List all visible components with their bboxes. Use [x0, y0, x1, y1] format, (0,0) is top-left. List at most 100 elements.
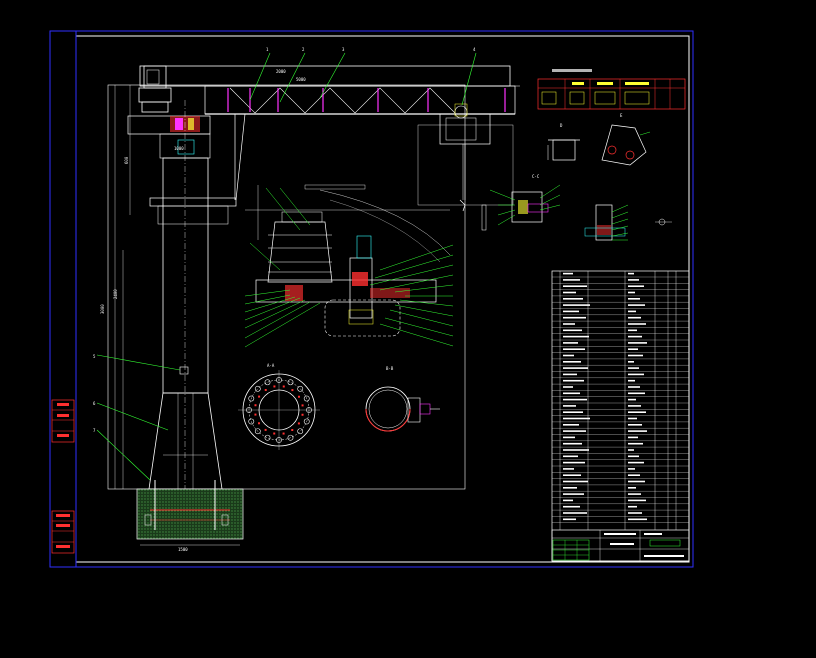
parts-row-text-mark [563, 518, 576, 521]
flange-section-a: A-A [238, 363, 320, 450]
parts-row-text-mark [563, 392, 580, 395]
flange-marker [264, 388, 267, 391]
parts-row-text-mark [563, 285, 587, 287]
svg-text:C-C: C-C [532, 174, 540, 179]
parts-row-text-mark [563, 279, 580, 281]
svg-text:2400: 2400 [113, 289, 118, 299]
parts-row-text-mark [628, 499, 646, 502]
parts-row-text-mark [628, 272, 634, 275]
parts-row-text-mark [628, 480, 645, 483]
parts-row-text-mark [563, 329, 582, 332]
parts-row-text-mark [563, 354, 574, 357]
svg-text:1500: 1500 [178, 547, 188, 552]
flange-marker [273, 432, 276, 435]
parts-row-text-mark [563, 411, 583, 413]
gear-detail-view [244, 184, 454, 348]
parts-row-text-mark [563, 442, 582, 445]
parts-row-text-mark [563, 310, 579, 313]
parts-row-text-mark [628, 442, 643, 445]
inner-frame [75, 35, 690, 563]
parts-row-text-mark [563, 474, 581, 476]
parts-row-text-mark [563, 424, 579, 426]
flange-marker [254, 404, 257, 407]
parts-row-text-mark [628, 405, 641, 407]
svg-text:4: 4 [473, 47, 476, 52]
parts-row-text-mark [563, 487, 577, 489]
parts-row-text-mark [563, 272, 573, 275]
section-b-label: B-B [386, 366, 394, 371]
parts-row-text-mark [563, 405, 576, 407]
svg-text:5: 5 [93, 354, 96, 359]
parts-row-text-mark [628, 367, 639, 369]
section-b-view: B-B [365, 366, 440, 432]
parts-list-table [551, 270, 690, 562]
parts-row-text-mark [628, 386, 640, 388]
flange-marker [282, 385, 285, 388]
parts-row-text-mark [563, 361, 581, 363]
parts-row-text-mark [628, 505, 637, 508]
parts-row-text-mark [628, 310, 636, 313]
svg-text:5000: 5000 [296, 77, 306, 82]
parts-row-text-mark [628, 468, 635, 470]
parts-row-text-mark [563, 386, 573, 388]
column-base-cone [148, 392, 223, 490]
parts-row-text-mark [563, 291, 576, 294]
svg-text:2000: 2000 [276, 69, 286, 74]
parts-row-text-mark [563, 493, 584, 495]
parts-row-text-mark [563, 455, 578, 458]
bolt-hole [287, 379, 294, 386]
jib-truss [229, 87, 456, 114]
section-a-label: A-A [267, 363, 275, 368]
parts-row-text-mark [628, 298, 640, 300]
parts-row-text-mark [563, 342, 578, 344]
parts-row-text-mark [628, 354, 643, 357]
parts-row-text-mark [628, 373, 644, 376]
left-margin-block-top [51, 399, 75, 443]
parts-row-text-mark [628, 430, 647, 432]
svg-text:1000: 1000 [174, 146, 184, 151]
parts-row-text-mark [563, 316, 586, 319]
svg-text:3000: 3000 [100, 304, 105, 314]
parts-row-text-mark [563, 373, 577, 376]
parts-row-text-mark [628, 411, 646, 413]
parts-row-text-mark [628, 493, 641, 495]
parts-row-text-mark [563, 480, 588, 483]
svg-text:6: 6 [93, 401, 96, 406]
flange-marker [254, 413, 257, 416]
parts-row-text-mark [563, 499, 573, 502]
parts-row-text-mark [628, 474, 640, 476]
parts-row-text-mark [628, 291, 635, 294]
bolt-hole [264, 379, 271, 386]
parts-row-text-mark [563, 304, 590, 306]
parts-row-text-mark [563, 430, 586, 432]
svg-text:1: 1 [266, 47, 269, 52]
parts-row-text-mark [628, 279, 639, 281]
parts-row-text-mark [628, 323, 646, 325]
parts-row-text-mark [563, 323, 575, 325]
parts-row-text-mark [628, 335, 642, 338]
parts-row-text-mark [563, 335, 589, 338]
parts-row-text-mark [563, 505, 580, 508]
parts-row-text-mark [628, 436, 638, 439]
svg-text:600: 600 [124, 156, 129, 164]
flange-marker [257, 422, 260, 425]
svg-text:3: 3 [342, 47, 345, 52]
parts-row-text-mark [628, 398, 636, 401]
parts-row-text-mark [628, 348, 638, 350]
flange-marker [301, 413, 304, 416]
parts-row-text-mark [628, 424, 642, 426]
parts-row-text-mark [628, 417, 637, 420]
title-block [551, 529, 690, 562]
flange-marker [301, 404, 304, 407]
parts-row-text-mark [563, 367, 588, 369]
flange-marker [258, 395, 261, 398]
outer-frame [49, 30, 694, 568]
parts-row-text-mark [563, 468, 574, 470]
parts-row-text-mark [563, 398, 587, 401]
parts-row-text-mark [628, 455, 639, 458]
detail-view-d: D [547, 123, 580, 161]
parts-row-text-mark [563, 449, 589, 451]
parts-row-text-mark [628, 392, 645, 395]
svg-text:D: D [560, 123, 563, 128]
parts-row-text-mark [628, 316, 641, 319]
